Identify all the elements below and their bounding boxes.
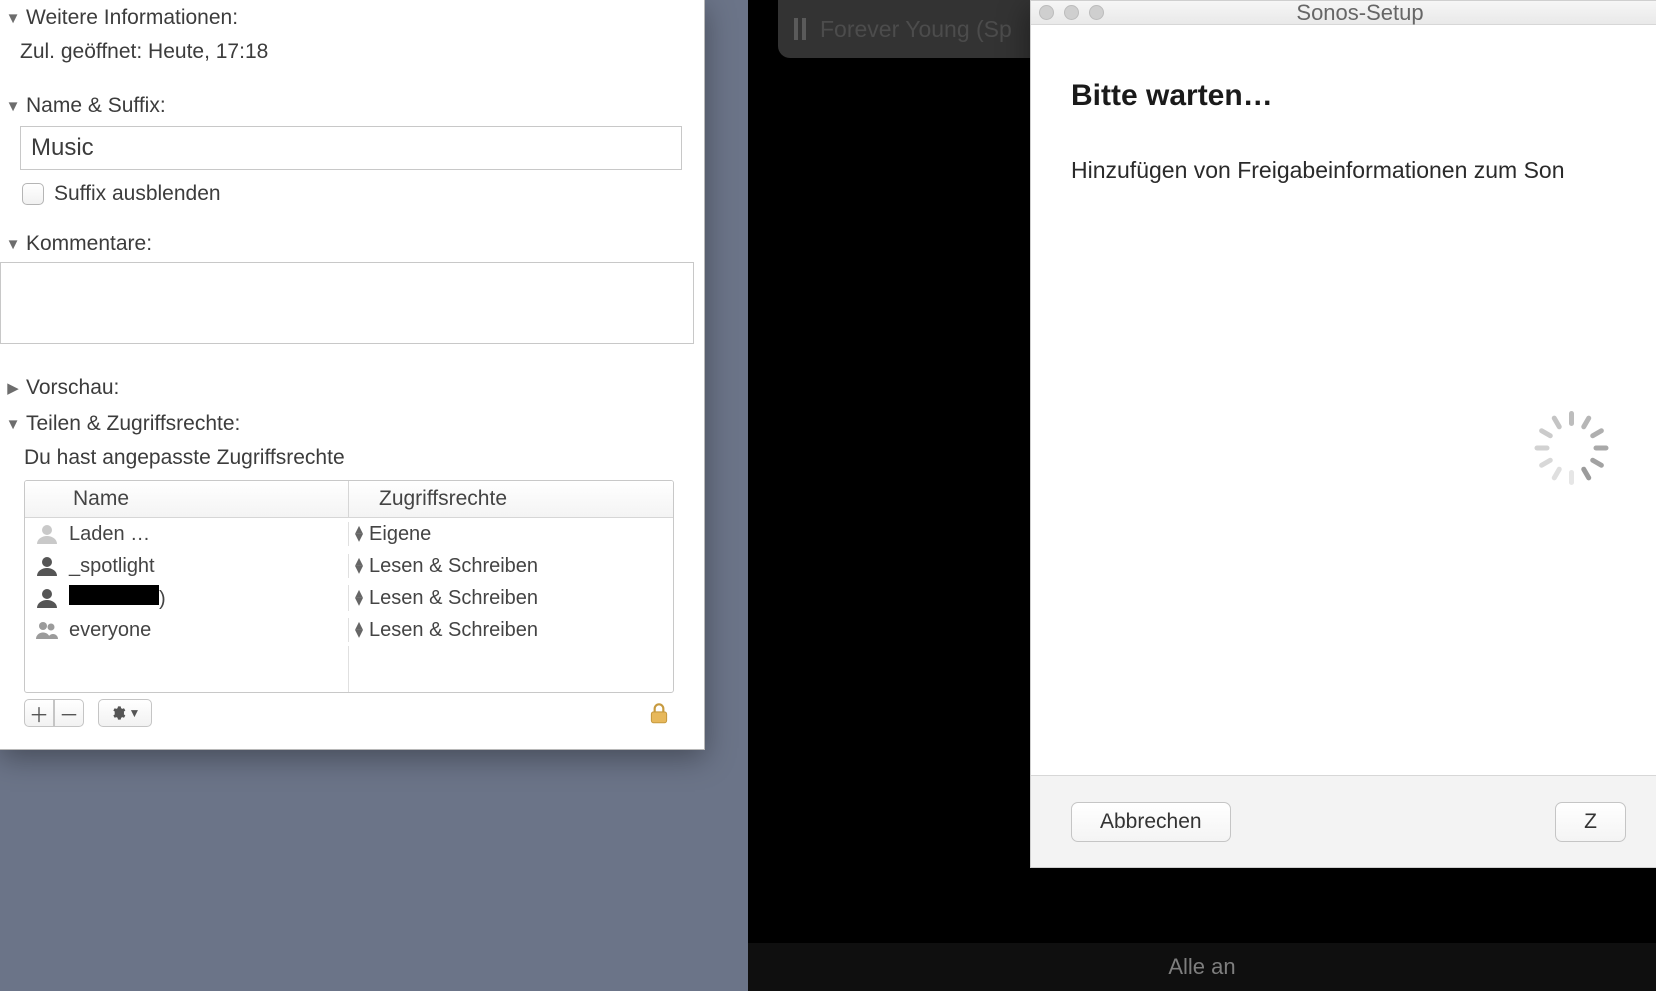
hide-suffix-checkbox[interactable] <box>22 183 44 205</box>
section-sharing[interactable]: ▼ Teilen & Zugriffsrechte: <box>0 406 704 442</box>
lock-icon[interactable] <box>646 700 672 726</box>
perm-priv: Lesen & Schreiben <box>369 619 538 642</box>
close-icon[interactable] <box>1039 5 1054 20</box>
permissions-message: Du hast angepasste Zugriffsrechte <box>20 442 688 480</box>
perm-header-priv[interactable]: Zugriffsrechte <box>349 481 673 517</box>
get-info-window: ▼ Weitere Informationen: Zul. geöffnet: … <box>0 0 705 750</box>
minimize-icon[interactable] <box>1064 5 1079 20</box>
sonos-message: Hinzufügen von Freigabeinformationen zum… <box>1071 157 1626 184</box>
remove-user-button[interactable]: － <box>54 699 84 727</box>
chevron-down-icon: ▼ <box>4 98 22 115</box>
perm-name: ) <box>69 585 166 611</box>
sonos-footer: Abbrechen Z <box>1031 775 1656 867</box>
perm-name: Laden … <box>69 523 150 546</box>
user-icon <box>33 522 61 546</box>
group-icon <box>33 618 61 642</box>
user-icon <box>33 554 61 578</box>
zoom-icon[interactable] <box>1089 5 1104 20</box>
perm-name: _spotlight <box>69 555 155 578</box>
table-row[interactable]: ) ▴▾ Lesen & Schreiben <box>25 582 673 614</box>
section-more-info[interactable]: ▼ Weitere Informationen: <box>0 0 704 36</box>
action-menu-button[interactable]: ▼ <box>98 699 152 727</box>
chevron-down-icon: ▼ <box>4 10 22 27</box>
gear-icon <box>110 705 126 721</box>
chevron-down-icon: ▼ <box>4 416 22 433</box>
sonos-setup-window: Sonos-Setup Bitte warten… Hinzufügen von… <box>1030 0 1656 868</box>
last-opened-label: Zul. geöffnet: <box>20 40 142 63</box>
comments-textarea[interactable] <box>0 262 694 344</box>
section-name-suffix[interactable]: ▼ Name & Suffix: <box>0 88 704 124</box>
table-row[interactable]: _spotlight ▴▾ Lesen & Schreiben <box>25 550 673 582</box>
chevron-down-icon: ▼ <box>4 236 22 253</box>
perm-header-name[interactable]: Name <box>25 481 349 517</box>
section-comments[interactable]: ▼ Kommentare: <box>0 226 704 262</box>
section-comments-label: Kommentare: <box>26 232 152 256</box>
now-playing-title: Forever Young (Sp <box>820 16 1012 43</box>
spinner-icon <box>1541 431 1597 487</box>
cancel-label: Abbrechen <box>1100 810 1202 834</box>
section-more-label: Weitere Informationen: <box>26 6 238 30</box>
perm-priv: Lesen & Schreiben <box>369 555 538 578</box>
next-button[interactable]: Z <box>1555 802 1626 842</box>
perm-priv: Lesen & Schreiben <box>369 587 538 610</box>
perm-priv: Eigene <box>369 523 431 546</box>
table-row[interactable]: Laden … ▴▾ Eigene <box>25 518 673 550</box>
last-opened-value: Heute, 17:18 <box>148 40 268 63</box>
traffic-lights[interactable] <box>1039 5 1104 20</box>
cancel-button[interactable]: Abbrechen <box>1071 802 1231 842</box>
user-icon <box>33 586 61 610</box>
chevron-down-icon: ▼ <box>129 706 141 720</box>
sonos-titlebar[interactable]: Sonos-Setup <box>1031 1 1656 25</box>
section-preview[interactable]: ▶ Vorschau: <box>0 370 704 406</box>
permissions-table: Name Zugriffsrechte Laden … ▴▾ Eigene <box>24 480 674 693</box>
window-title: Sonos-Setup <box>1114 0 1656 26</box>
section-name-label: Name & Suffix: <box>26 94 166 118</box>
add-user-button[interactable]: ＋ <box>24 699 54 727</box>
stepper-icon[interactable]: ▴▾ <box>355 622 363 638</box>
pause-icon[interactable] <box>794 18 806 40</box>
next-label: Z <box>1584 810 1597 834</box>
filename-input[interactable] <box>20 126 682 170</box>
section-preview-label: Vorschau: <box>26 376 119 400</box>
table-row[interactable]: everyone ▴▾ Lesen & Schreiben <box>25 614 673 646</box>
stepper-icon[interactable]: ▴▾ <box>355 526 363 542</box>
chevron-right-icon: ▶ <box>4 379 22 397</box>
permissions-toolbar: ＋ － ▼ <box>24 699 682 727</box>
hide-suffix-label: Suffix ausblenden <box>54 182 221 206</box>
dark-footer-text: Alle an <box>748 943 1656 991</box>
section-sharing-label: Teilen & Zugriffsrechte: <box>26 412 240 436</box>
stepper-icon[interactable]: ▴▾ <box>355 590 363 606</box>
sonos-heading: Bitte warten… <box>1071 79 1626 113</box>
stepper-icon[interactable]: ▴▾ <box>355 558 363 574</box>
perm-name: everyone <box>69 619 151 642</box>
